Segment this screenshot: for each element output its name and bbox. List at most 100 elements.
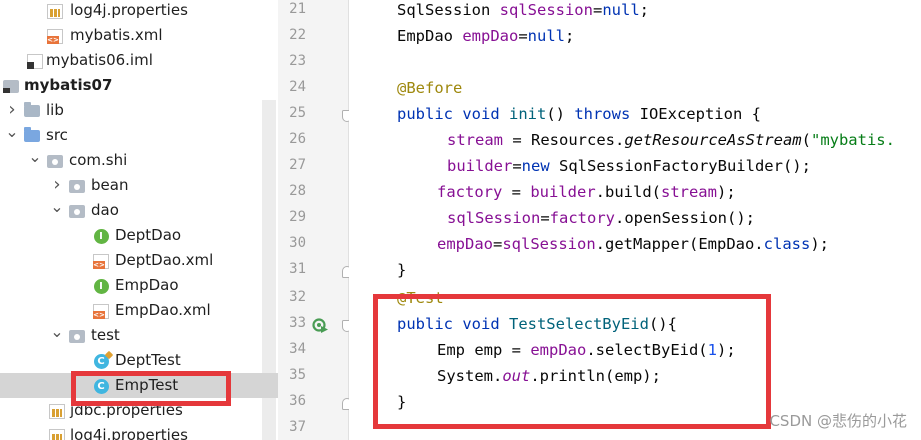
code-token: null (602, 1, 640, 19)
line-number: 34 (289, 341, 306, 357)
code-editor[interactable]: SqlSession sqlSession=null; EmpDao empDao… (349, 0, 921, 440)
tree-item[interactable]: C DeptTest (0, 348, 278, 373)
properties-file-icon (49, 403, 65, 419)
tree-item[interactable]: ⌄ com.shi (0, 147, 278, 173)
code-line[interactable]: builder=new SqlSessionFactoryBuilder(); (447, 153, 811, 179)
line-number: 21 (289, 1, 306, 17)
code-token: = (493, 235, 503, 253)
code-token: sqlSession (447, 209, 541, 227)
code-token: empDao (462, 27, 519, 45)
tree-item-label: EmpDao (115, 276, 179, 294)
code-line[interactable]: factory = builder.build(stream); (437, 179, 736, 205)
chevron-down-icon[interactable]: ⌄ (50, 197, 63, 216)
code-line[interactable]: sqlSession=factory.openSession(); (447, 205, 755, 231)
code-token: TestSelectByEid (508, 315, 649, 333)
tree-item[interactable]: EmpDao.xml (0, 298, 278, 323)
editor-gutter: 21 22 23 24 25 26 27 28 29 30 31 32 33 34 35 36 37 (278, 0, 352, 440)
code-token: ; (639, 1, 649, 19)
code-token: ); (810, 235, 829, 253)
tree-item-label: dao (91, 201, 119, 219)
code-line[interactable]: } (397, 389, 406, 415)
project-tree[interactable]: log4j.properties mybatis.xml mybatis06.iml… (0, 0, 278, 440)
code-token: .println(emp); (530, 367, 661, 385)
tree-item-label: lib (46, 101, 64, 119)
tree-item-label: test (91, 326, 120, 344)
code-line[interactable]: public void TestSelectByEid(){ (397, 311, 677, 337)
code-token: factory (549, 209, 615, 227)
tree-item[interactable]: ⌄ src (0, 122, 278, 148)
run-test-icon[interactable] (312, 317, 328, 333)
tree-item[interactable]: ⌄ dao (0, 197, 278, 223)
chevron-right-icon[interactable]: › (6, 99, 18, 120)
code-line[interactable]: SqlSession sqlSession=null; (397, 0, 649, 23)
code-token: ( (801, 131, 811, 149)
code-token: class (763, 235, 811, 253)
code-token: stream (660, 183, 717, 201)
code-token: } (397, 393, 407, 411)
code-line[interactable]: System.out.println(emp); (437, 363, 661, 389)
code-token: @Test (397, 289, 444, 307)
code-token: sqlSession (499, 1, 593, 19)
tree-item[interactable]: jdbc.properties (0, 398, 278, 423)
tree-item[interactable]: › bean (0, 173, 278, 198)
code-token: 1 (707, 341, 717, 359)
chevron-down-icon[interactable]: ⌄ (28, 147, 41, 166)
line-number: 23 (289, 53, 306, 69)
tree-item[interactable]: ⌄ test (0, 322, 278, 348)
tree-item[interactable]: ⌄mybatis07 (0, 73, 278, 98)
chevron-down-icon[interactable]: ⌄ (5, 122, 18, 141)
code-token: stream (447, 131, 503, 149)
code-token: System. (437, 367, 503, 385)
tree-item-label: bean (91, 176, 129, 194)
code-line[interactable]: stream = Resources.getResourceAsStream("… (447, 127, 895, 153)
code-line[interactable]: public void init() throws IOException { (397, 101, 761, 127)
source-folder-icon (24, 127, 40, 144)
code-line[interactable]: EmpDao empDao=null; (397, 23, 574, 49)
code-token: } (397, 261, 407, 279)
code-token: .selectByEid( (586, 341, 708, 359)
iml-file-icon (27, 53, 43, 69)
code-token: ); (717, 341, 736, 359)
tree-item[interactable]: log4j.properties (0, 423, 278, 440)
code-line[interactable]: @Test (397, 285, 444, 311)
code-token: SqlSession (397, 1, 500, 19)
code-token: builder (530, 183, 596, 201)
line-number: 22 (289, 27, 306, 43)
code-token: ; (565, 27, 575, 45)
line-number: 29 (289, 209, 306, 225)
tree-item-label: jdbc.properties (70, 401, 183, 419)
code-token: out (502, 367, 531, 385)
tree-item-label: DeptDao (115, 226, 182, 244)
tree-item-label: DeptDao.xml (115, 251, 214, 269)
tree-item-label: com.shi (69, 151, 128, 169)
line-number: 31 (289, 261, 306, 277)
tree-item[interactable]: › lib (0, 98, 278, 123)
code-token: throws (574, 105, 640, 123)
tree-item[interactable]: mybatis06.iml (0, 48, 278, 73)
tree-item-label: mybatis07 (24, 76, 113, 94)
chevron-right-icon[interactable]: › (51, 174, 63, 195)
tree-item[interactable]: C EmpTest (0, 373, 278, 398)
code-token: .build( (595, 183, 661, 201)
tree-item-label: log4j.properties (70, 426, 188, 440)
code-line[interactable]: empDao=sqlSession.getMapper(EmpDao.class… (437, 231, 829, 257)
code-token: Emp emp = (437, 341, 531, 359)
code-line[interactable]: } (397, 257, 406, 283)
chevron-down-icon[interactable]: ⌄ (50, 322, 63, 341)
tree-item[interactable]: I DeptDao (0, 223, 278, 248)
line-number: 33 (289, 315, 306, 331)
line-number: 37 (289, 419, 306, 435)
tree-item[interactable]: DeptDao.xml (0, 248, 278, 273)
code-line[interactable]: Emp emp = empDao.selectByEid(1); (437, 337, 736, 363)
code-token: sqlSession (502, 235, 596, 253)
watermark: CSDN @悲伤的小花 (769, 412, 907, 430)
tree-item[interactable]: I EmpDao (0, 273, 278, 298)
tree-item[interactable]: mybatis.xml (0, 23, 278, 48)
tree-item[interactable]: log4j.properties (0, 0, 278, 23)
line-number: 35 (289, 367, 306, 383)
code-token: SqlSessionFactoryBuilder(); (559, 157, 811, 175)
line-number: 28 (289, 183, 306, 199)
code-token: empDao (437, 235, 493, 253)
test-class-icon: C (93, 353, 109, 369)
code-line[interactable]: @Before (397, 75, 462, 101)
